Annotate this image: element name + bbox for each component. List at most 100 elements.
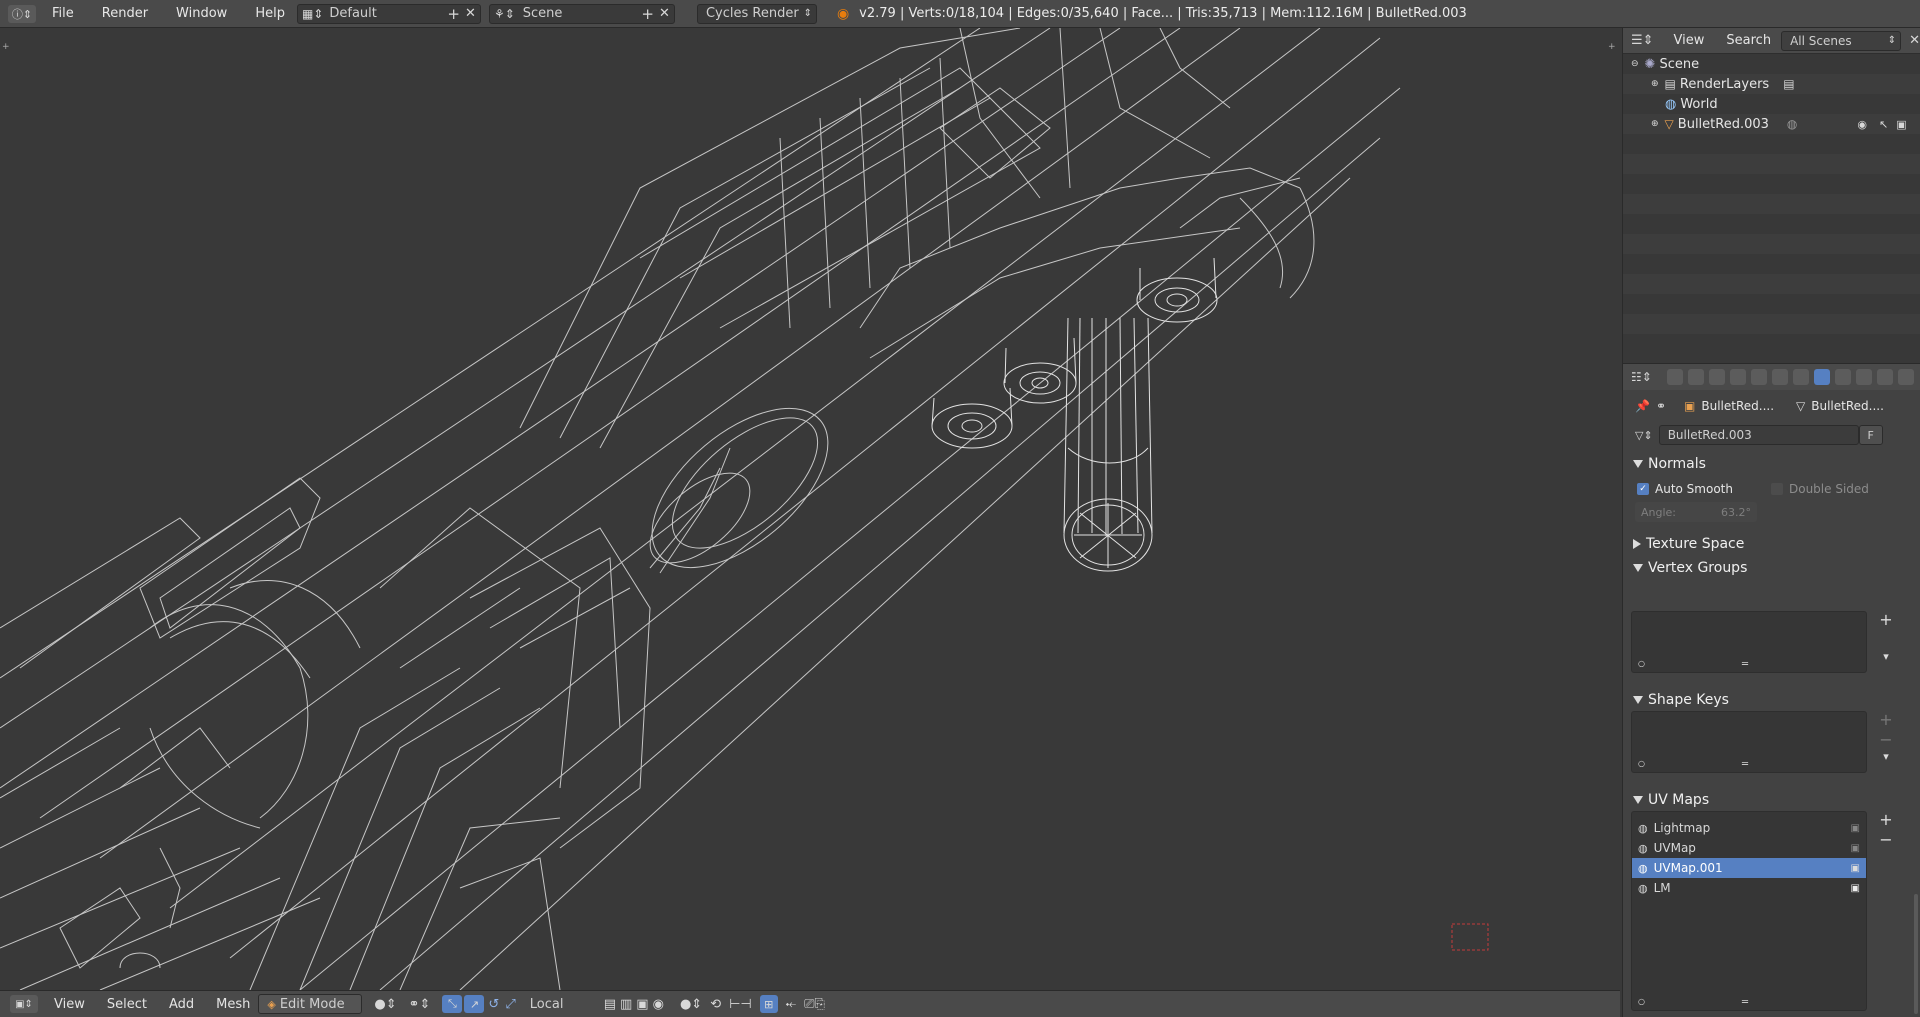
double-sided-checkbox[interactable] — [1770, 483, 1783, 495]
outliner-editor-icon[interactable]: ☰⇕ — [1631, 33, 1654, 48]
remove-uv-map-icon[interactable]: − — [1879, 830, 1893, 849]
viewport-corner-left-icon[interactable]: + — [2, 42, 10, 52]
outliner-item-world[interactable]: ◍ World — [1623, 94, 1920, 114]
outliner-item-renderlayers[interactable]: ⊕ ▤ RenderLayers ▤ — [1623, 74, 1920, 94]
rotate-icon[interactable]: ↺ — [488, 997, 499, 1012]
collapse-icon[interactable]: ⊖ — [1631, 59, 1639, 69]
list-filter-icon[interactable]: ○ — [1638, 659, 1645, 668]
render-layers-tab-icon[interactable] — [1687, 369, 1704, 385]
outliner-view-menu[interactable]: View — [1674, 33, 1705, 48]
render-camera-icon[interactable]: ▣ — [1896, 118, 1906, 131]
camera-icon[interactable]: ⎚⎘ — [804, 997, 825, 1012]
active-render-icon[interactable]: ▣ — [1851, 843, 1860, 854]
outliner-filter-dropdown[interactable]: All Scenes ⇕ — [1781, 30, 1902, 51]
normals-title: Normals — [1648, 456, 1706, 472]
translate-icon[interactable]: ↗ — [464, 995, 485, 1013]
add-vertex-group-icon[interactable]: + — [1879, 610, 1893, 629]
wireframe-mesh[interactable] — [0, 28, 1620, 990]
menu-select[interactable]: Select — [107, 997, 147, 1012]
menu-window[interactable]: Window — [176, 6, 227, 21]
pin-icon[interactable]: 📌 — [1635, 399, 1650, 413]
auto-smooth-checkbox[interactable]: ✓ — [1637, 483, 1649, 495]
mode-dropdown[interactable]: ◈ Edit Mode — [258, 994, 363, 1014]
world-tab-icon[interactable] — [1729, 369, 1746, 385]
close-layout-icon[interactable]: ✕ — [465, 6, 476, 21]
uv-map-item[interactable]: ◍ Lightmap ▣ — [1632, 818, 1866, 838]
active-render-icon[interactable]: ▣ — [1851, 823, 1860, 834]
3d-viewport[interactable]: + + — [0, 28, 1620, 990]
list-filter-icon[interactable]: ○ — [1638, 997, 1645, 1006]
add-scene-icon[interactable]: + — [641, 5, 654, 23]
uv-map-item-selected[interactable]: ◍ UVMap.001 ▣ — [1632, 858, 1866, 878]
uv-maps-list[interactable]: ◍ Lightmap ▣ ◍ UVMap ▣ ◍ UVMap.001 ▣ ◍ L… — [1631, 811, 1867, 1011]
texture-space-panel-header[interactable]: Texture Space — [1623, 532, 1920, 556]
active-render-icon[interactable]: ▣ — [1851, 863, 1860, 874]
menu-mesh[interactable]: Mesh — [216, 997, 250, 1012]
fake-user-button[interactable]: F — [1858, 425, 1883, 445]
particles-tab-icon[interactable] — [1876, 369, 1893, 385]
snap-icon[interactable]: ⟲ — [710, 997, 721, 1012]
shape-keys-list[interactable]: ○ ═ — [1631, 711, 1867, 773]
layer-buttons-icon[interactable]: ▤▥▣◉ — [604, 997, 668, 1012]
occlude-geometry-icon[interactable]: ⊞ — [759, 995, 778, 1013]
uv-map-item[interactable]: ◍ UVMap ▣ — [1632, 838, 1866, 858]
scene-tab-icon[interactable] — [1708, 369, 1725, 385]
shape-key-specials-icon[interactable]: ▾ — [1879, 750, 1893, 763]
modifiers-tab-icon[interactable] — [1792, 369, 1809, 385]
scale-icon[interactable]: ⤢ — [505, 997, 515, 1012]
editor-type-icon[interactable]: ▣⇕ — [10, 995, 38, 1013]
texture-tab-icon[interactable] — [1855, 369, 1872, 385]
add-layout-icon[interactable]: + — [447, 5, 460, 23]
material-tab-icon[interactable] — [1834, 369, 1851, 385]
properties-scrollbar[interactable] — [1914, 894, 1918, 1014]
manipulator-icon[interactable]: ⤡ — [442, 995, 463, 1013]
render-tab-icon[interactable] — [1666, 369, 1683, 385]
constraints-tab-icon[interactable] — [1771, 369, 1788, 385]
list-filter-icon[interactable]: ○ — [1638, 759, 1645, 768]
outliner-item-bulletred[interactable]: ⊕ ▽ BulletRed.003 ◍ ◉ ↖ ▣ — [1623, 114, 1920, 134]
normals-panel-header[interactable]: Normals — [1623, 452, 1920, 476]
active-render-icon[interactable]: ▣ — [1851, 883, 1860, 894]
render-preview-icon[interactable]: ⤝ — [786, 997, 796, 1012]
menu-view[interactable]: View — [54, 997, 85, 1012]
menu-file[interactable]: File — [52, 6, 74, 21]
select-cursor-icon[interactable]: ↖ — [1879, 118, 1888, 131]
menu-help[interactable]: Help — [255, 6, 285, 21]
transform-orientation-dropdown[interactable]: Local — [521, 994, 592, 1014]
info-editor-icon[interactable]: ⓘ⇕ — [8, 4, 36, 23]
proportional-edit-icon[interactable]: ●⇕ — [680, 997, 702, 1012]
menu-add[interactable]: Add — [169, 997, 194, 1012]
add-uv-map-icon[interactable]: + — [1879, 810, 1893, 829]
data-tab-icon[interactable] — [1813, 369, 1830, 385]
mesh-data-browse-icon[interactable]: ▽⇕ — [1635, 429, 1653, 442]
vertex-groups-panel-header[interactable]: Vertex Groups — [1623, 556, 1920, 580]
list-resize-grip-icon[interactable]: ═ — [1742, 997, 1748, 1008]
visibility-eye-icon[interactable]: ◉ — [1857, 118, 1867, 131]
close-scene-icon[interactable]: ✕ — [659, 6, 670, 21]
outliner-item-scene[interactable]: ⊖ ✺ Scene — [1623, 54, 1920, 74]
viewport-corner-right-icon[interactable]: + — [1608, 42, 1616, 52]
vertex-groups-list[interactable]: ○ ═ — [1631, 611, 1867, 673]
list-resize-grip-icon[interactable]: ═ — [1742, 759, 1748, 770]
render-engine-dropdown[interactable]: Cycles Render ⇕ — [696, 3, 817, 24]
list-resize-grip-icon[interactable]: ═ — [1742, 659, 1748, 670]
shape-keys-panel-header[interactable]: Shape Keys — [1623, 688, 1729, 712]
expand-icon[interactable]: ⊕ — [1651, 79, 1659, 89]
physics-tab-icon[interactable] — [1897, 369, 1914, 385]
angle-field[interactable]: Angle: 63.2° — [1635, 502, 1757, 522]
close-icon[interactable]: ✕ — [1909, 33, 1920, 48]
outliner-search-menu[interactable]: Search — [1726, 33, 1771, 48]
mesh-name-field[interactable]: BulletRed.003 — [1658, 425, 1859, 445]
screen-layout-selector[interactable]: ▦⇕ Default + ✕ — [296, 3, 481, 24]
vertex-group-specials-icon[interactable]: ▾ — [1879, 650, 1893, 663]
pivot-point-icon[interactable]: ⚭⇕ — [409, 997, 431, 1012]
scene-selector[interactable]: ⚘⇕ Scene + ✕ — [488, 3, 675, 24]
snap-element-icon[interactable]: ⊢⊣ — [729, 997, 752, 1012]
object-tab-icon[interactable] — [1750, 369, 1767, 385]
uv-maps-panel-header[interactable]: UV Maps — [1623, 788, 1709, 812]
expand-icon[interactable]: ⊕ — [1651, 119, 1659, 129]
viewport-shading-icon[interactable]: ●⇕ — [374, 997, 396, 1012]
menu-render[interactable]: Render — [102, 6, 148, 21]
properties-editor-icon[interactable]: ☷⇕ — [1631, 370, 1652, 384]
uv-map-item[interactable]: ◍ LM ▣ — [1632, 878, 1866, 898]
